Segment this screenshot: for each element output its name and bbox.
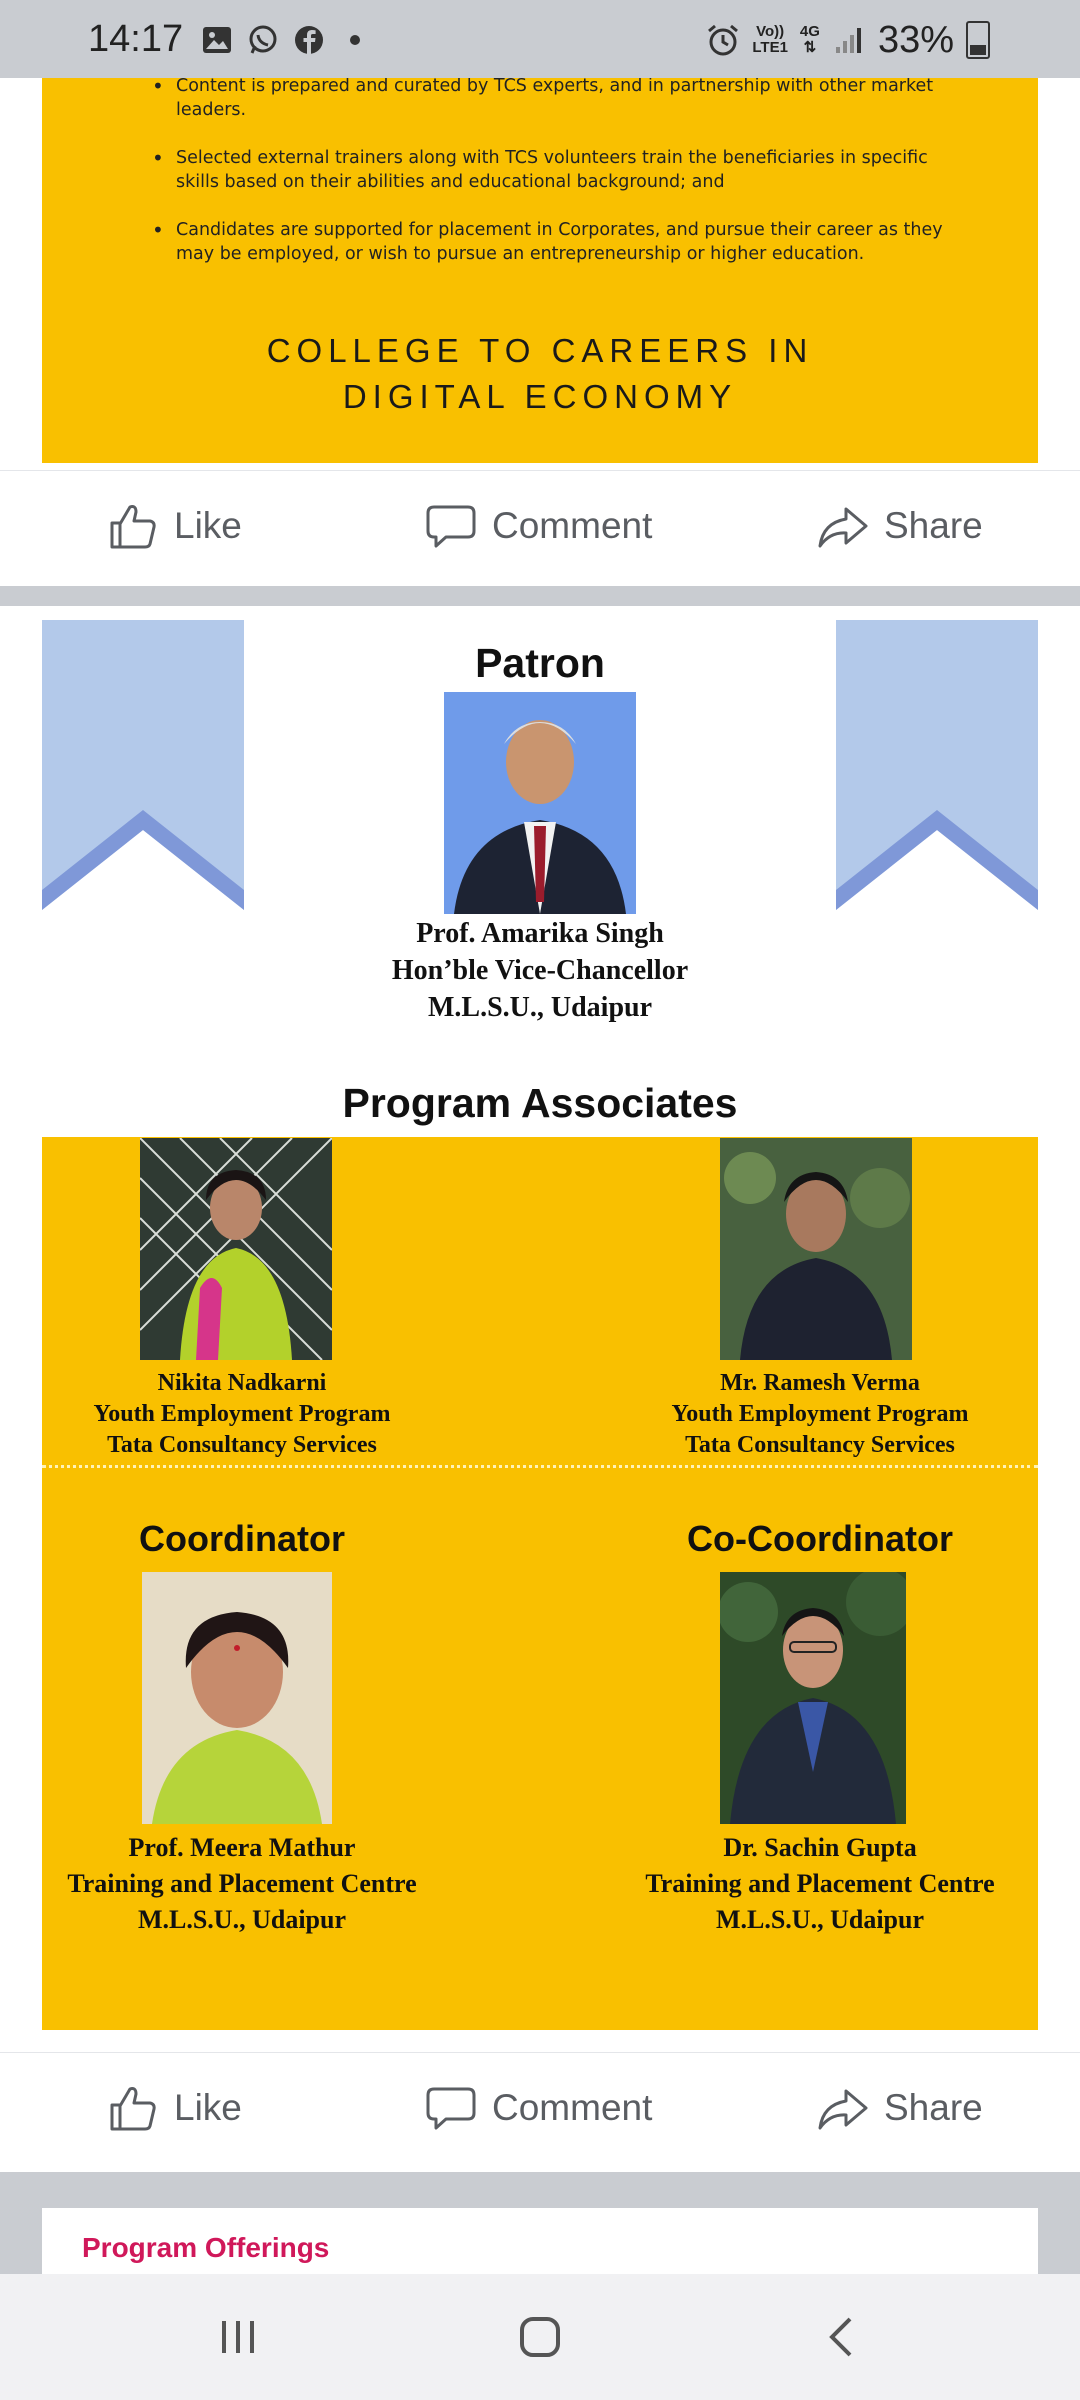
network-type: 4G ⇅ [800,24,820,56]
co-coordinator-title: Co-Coordinator [687,1518,953,1559]
section-divider [42,1465,1038,1468]
patron-photo [444,692,636,914]
battery-percent: 33% [877,18,954,61]
person-name: Nikita Nadkarni [157,1370,327,1396]
like-label: Like [174,2087,242,2128]
post-image-program-offerings[interactable]: Program Offerings [42,2208,1038,2274]
like-icon [110,2087,156,2131]
coordinator-title: Coordinator [139,1518,345,1559]
person-role: Training and Placement Centre [67,1869,417,1898]
home-button[interactable] [510,2312,570,2362]
bullet-item: Content is prepared and curated by TCS e… [152,74,952,122]
like-label: Like [174,505,242,546]
patron-title: Patron [475,640,605,686]
person-name: Prof. Meera Mathur [128,1833,356,1862]
post-actions: Like Comment Share [0,2052,1080,2163]
person-role: Training and Placement Centre [645,1869,995,1898]
post-image-program-team[interactable]: Patron Prof. Amarika Singh Hon’ble Vice-… [42,620,1038,2030]
share-label: Share [884,505,983,546]
person-role: Youth Employment Program [671,1401,969,1427]
data-arrows-icon: ⇅ [803,39,817,56]
facebook-icon [292,23,326,57]
recent-apps-button[interactable] [208,2312,268,2362]
recent-apps-icon [222,2321,254,2353]
program-heading-line: COLLEGE TO CAREERS IN [266,332,814,369]
comment-label: Comment [492,505,653,546]
post-program-team: Patron Prof. Amarika Singh Hon’ble Vice-… [0,606,1080,2172]
patron-details: Prof. Amarika Singh Hon’ble Vice-Chancel… [242,915,838,1026]
back-button[interactable] [812,2312,872,2362]
co-coordinator-details: Dr. Sachin Gupta Training and Placement … [620,1830,1020,1938]
person-org: M.L.S.U., Udaipur [715,1905,925,1934]
program-associates-title: Program Associates [342,1080,738,1126]
post-actions: Like Comment Share [0,470,1080,581]
notification-icons [200,20,372,60]
battery-icon [966,21,990,59]
comment-icon [426,505,476,548]
system-icons: Vo)) LTE1 4G ⇅ 33% [706,18,990,62]
dot-icon [338,23,372,57]
comment-label: Comment [492,2087,653,2128]
program-heading: COLLEGE TO CAREERS IN DIGITAL ECONOMY [42,328,1038,420]
home-icon [520,2317,560,2357]
coordinator-details: Prof. Meera Mathur Training and Placemen… [42,1830,442,1938]
coordinator-photo [142,1572,332,1824]
back-icon [829,2317,852,2357]
status-time: 14:17 [88,18,184,60]
program-heading-line: DIGITAL ECONOMY [342,378,738,415]
status-bar: 14:17 Vo)) LTE1 4G ⇅ 33% [0,0,1080,78]
system-nav-bar [0,2274,1080,2400]
person-role: Youth Employment Program [93,1401,391,1427]
bullet-list: Content is prepared and curated by TCS e… [152,74,952,290]
like-button[interactable]: Like [106,471,242,581]
program-offerings-title: Program Offerings [82,2232,330,2263]
network-indicator: Vo)) LTE1 [752,24,788,56]
comment-button[interactable]: Comment [424,2053,652,2163]
person-name: Prof. Amarika Singh [416,918,664,949]
like-button[interactable]: Like [106,2053,242,2163]
associate-photo [720,1138,912,1360]
comment-icon [426,2087,476,2130]
volte-label: Vo)) [756,23,785,40]
comment-button[interactable]: Comment [424,471,652,581]
lte-label: LTE1 [752,39,788,56]
associate-photo [140,1138,332,1360]
person-role: Hon’ble Vice-Chancellor [391,955,689,986]
share-button[interactable]: Share [816,2053,983,2163]
person-org: M.L.S.U., Udaipur [137,1905,347,1934]
alarm-icon [706,23,740,57]
person-org: Tata Consultancy Services [685,1432,955,1458]
whatsapp-icon [246,23,280,57]
person-org: M.L.S.U., Udaipur [427,992,653,1023]
person-org: Tata Consultancy Services [107,1432,377,1458]
share-icon [818,2089,868,2130]
share-label: Share [884,2087,983,2128]
associate-details: Nikita Nadkarni Youth Employment Program… [42,1368,442,1461]
co-coordinator-photo [720,1572,906,1824]
person-name: Dr. Sachin Gupta [723,1833,917,1862]
associate-details: Mr. Ramesh Verma Youth Employment Progra… [620,1368,1020,1461]
share-icon [818,507,868,548]
share-button[interactable]: Share [816,471,983,581]
bullet-item: Selected external trainers along with TC… [152,146,952,194]
person-name: Mr. Ramesh Verma [720,1370,920,1396]
bullet-item: Candidates are supported for placement i… [152,218,952,266]
network-type-label: 4G [799,23,820,40]
signal-icon [832,23,866,57]
post-tcs-program: Content is prepared and curated by TCS e… [0,74,1080,586]
gallery-icon [200,23,234,57]
like-icon [110,505,156,549]
